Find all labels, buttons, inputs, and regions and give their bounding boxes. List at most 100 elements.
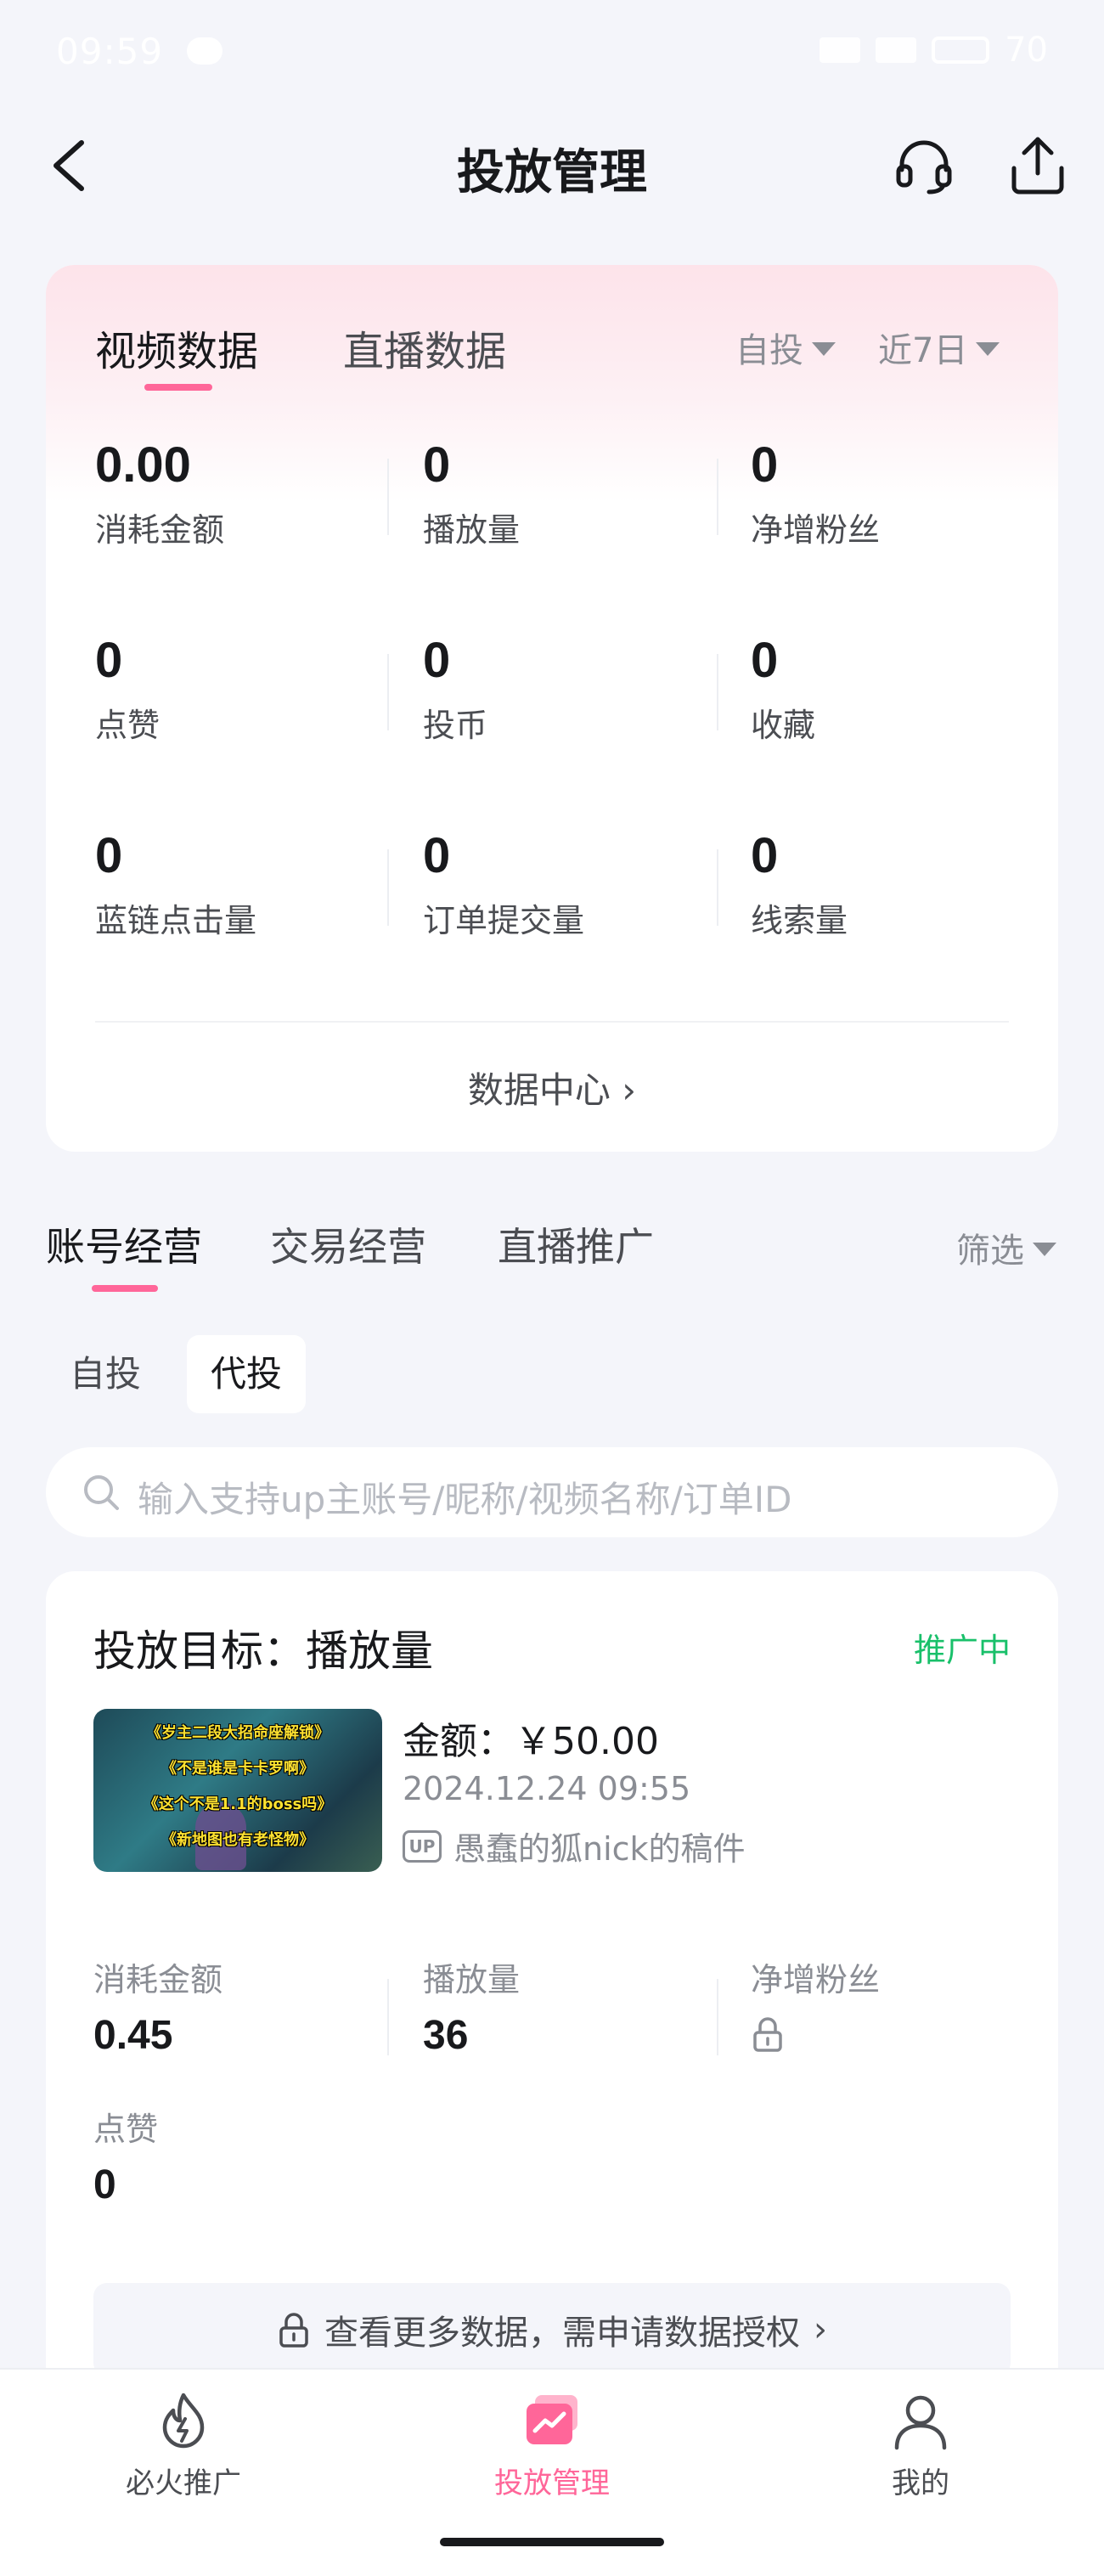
home-indicator[interactable] <box>440 2538 664 2546</box>
up-badge-icon: UP <box>403 1829 442 1863</box>
filter-button[interactable]: 筛选 <box>956 1223 1056 1272</box>
nav-mine[interactable]: 我的 <box>810 2390 1031 2501</box>
search-placeholder: 输入支持up主账号/昵称/视频名称/订单ID <box>138 1479 792 1520</box>
active-tab-indicator <box>144 384 212 391</box>
metric-value: 0 <box>423 437 451 493</box>
tab-account-operations[interactable]: 账号经营 <box>46 1216 202 1272</box>
status-badge: 推广中 <box>913 1632 1011 1669</box>
notification-icon <box>187 37 222 65</box>
status-indicators: 70 <box>820 31 1048 70</box>
nav-delivery-management[interactable]: 投放管理 <box>442 2390 662 2501</box>
signal-icon <box>876 37 917 63</box>
nav-label: 必火推广 <box>126 2466 241 2500</box>
video-thumbnail[interactable]: 《岁主二段大招命座解锁》 《不是谁是卡卡罗啊》 《这个不是1.1的boss吗》 … <box>93 1709 382 1872</box>
metric-spend: 0.00 消耗金额 <box>95 437 224 550</box>
thumbnail-caption: 《不是谁是卡卡罗啊》 <box>161 1760 314 1778</box>
caret-down-icon <box>1033 1243 1056 1256</box>
order-metric-plays: 播放量 36 <box>423 1953 520 2059</box>
metric-value: 0 <box>95 633 123 688</box>
order-metric-likes: 点赞 0 <box>93 2103 158 2208</box>
metric-label: 消耗金额 <box>93 1961 223 1998</box>
chip-agency-delivery[interactable]: 代投 <box>187 1335 307 1413</box>
metric-label: 蓝链点击量 <box>95 902 257 939</box>
metric-blue-link-clicks: 0 蓝链点击量 <box>95 827 256 941</box>
metric-label: 投币 <box>423 707 488 744</box>
metric-plays: 0 播放量 <box>423 437 520 550</box>
chart-card-icon <box>527 2395 577 2444</box>
thumbnail-caption: 《新地图也有老怪物》 <box>161 1831 314 1849</box>
flame-icon <box>162 2393 205 2449</box>
metric-value: 0 <box>93 2162 116 2207</box>
mode-dropdown-label: 自投 <box>735 331 803 370</box>
metric-net-followers: 0 净增粉丝 <box>751 437 880 550</box>
metric-label: 净增粉丝 <box>751 1961 881 1998</box>
metric-value: 0 <box>423 633 451 688</box>
search-input[interactable]: 输入支持up主账号/昵称/视频名称/订单ID <box>46 1447 1058 1537</box>
metric-label: 播放量 <box>423 511 521 549</box>
battery-icon <box>932 37 990 64</box>
tab-trade-operations[interactable]: 交易经营 <box>270 1216 426 1272</box>
period-dropdown[interactable]: 近7日 <box>878 323 1000 372</box>
metric-likes: 0 点赞 <box>95 632 160 746</box>
uploader-text: 愚蠢的狐nick的稿件 <box>453 1830 746 1868</box>
video-data-card: 视频数据 直播数据 自投 近7日 0.00 消耗金额 0 播放量 0 净增粉丝 … <box>46 265 1058 1152</box>
tab-live-promotion[interactable]: 直播推广 <box>498 1216 654 1272</box>
order-metric-net-followers: 净增粉丝 <box>751 1953 880 2056</box>
period-dropdown-label: 近7日 <box>878 331 968 370</box>
divider <box>95 1021 1009 1023</box>
wifi-icon <box>820 37 861 63</box>
order-goal: 投放目标：播放量 <box>93 1626 433 1676</box>
metric-value: 0 <box>95 828 123 883</box>
thumbnail-caption: 《这个不是1.1的boss吗》 <box>143 1795 333 1813</box>
metric-value: 0.45 <box>93 2013 173 2058</box>
tab-live-data[interactable]: 直播数据 <box>343 318 506 377</box>
tab-video-data[interactable]: 视频数据 <box>95 318 258 377</box>
thumbnail-caption: 《岁主二段大招命座解锁》 <box>146 1724 330 1742</box>
metric-label: 线索量 <box>751 902 848 939</box>
caret-down-icon <box>976 342 1000 356</box>
bottom-navigation: 必火推广 投放管理 我的 <box>0 2368 1104 2576</box>
customer-service-icon[interactable] <box>893 136 955 197</box>
metric-value: 36 <box>423 2013 469 2058</box>
status-bar: 09:59 70 <box>0 0 1104 102</box>
order-date: 2024.12.24 09:55 <box>403 1770 691 1807</box>
metric-label: 消耗金额 <box>95 511 225 549</box>
metric-value: 0 <box>751 828 779 883</box>
metric-value: 0.00 <box>95 437 191 493</box>
battery-level: 70 <box>1005 31 1048 70</box>
metric-favorites: 0 收藏 <box>751 632 815 746</box>
data-center-link[interactable]: 数据中心 › <box>46 1062 1058 1113</box>
metric-value: 0 <box>751 437 779 493</box>
chip-self-delivery[interactable]: 自投 <box>46 1335 165 1413</box>
metric-coins: 0 投币 <box>423 632 487 746</box>
uploader-row: UP 愚蠢的狐nick的稿件 <box>403 1823 746 1869</box>
metric-label: 净增粉丝 <box>751 511 881 549</box>
filter-label: 筛选 <box>956 1232 1024 1271</box>
request-data-authorization-button[interactable]: 查看更多数据，需申请数据授权 › <box>93 2283 1011 2376</box>
nav-promotion[interactable]: 必火推广 <box>73 2390 294 2501</box>
metric-value: 0 <box>423 828 451 883</box>
order-card[interactable]: 投放目标：播放量 推广中 《岁主二段大招命座解锁》 《不是谁是卡卡罗啊》 《这个… <box>46 1571 1058 2421</box>
caret-down-icon <box>812 342 836 356</box>
lock-icon <box>753 2017 782 2052</box>
metric-leads: 0 线索量 <box>751 827 848 941</box>
metric-order-submissions: 0 订单提交量 <box>423 827 584 941</box>
mode-dropdown[interactable]: 自投 <box>735 323 836 372</box>
nav-label: 我的 <box>892 2466 949 2500</box>
active-tab-indicator <box>92 1285 158 1292</box>
search-icon <box>84 1475 119 1510</box>
nav-label: 投放管理 <box>494 2466 610 2500</box>
metric-label: 点赞 <box>95 707 161 744</box>
authorization-text: 查看更多数据，需申请数据授权 <box>324 2314 800 2353</box>
lock-icon <box>279 2313 308 2348</box>
status-time: 09:59 <box>56 31 164 72</box>
metric-label: 收藏 <box>751 707 816 744</box>
order-metric-spend: 消耗金额 0.45 <box>93 1953 222 2059</box>
chevron-right-icon: › <box>814 2310 827 2349</box>
share-icon[interactable] <box>1007 134 1068 197</box>
metric-label: 订单提交量 <box>423 902 585 939</box>
order-amount: 金额：￥50.00 <box>403 1720 659 1763</box>
metric-label: 点赞 <box>93 2111 159 2148</box>
user-icon <box>894 2395 947 2450</box>
metric-value: 0 <box>751 633 779 688</box>
